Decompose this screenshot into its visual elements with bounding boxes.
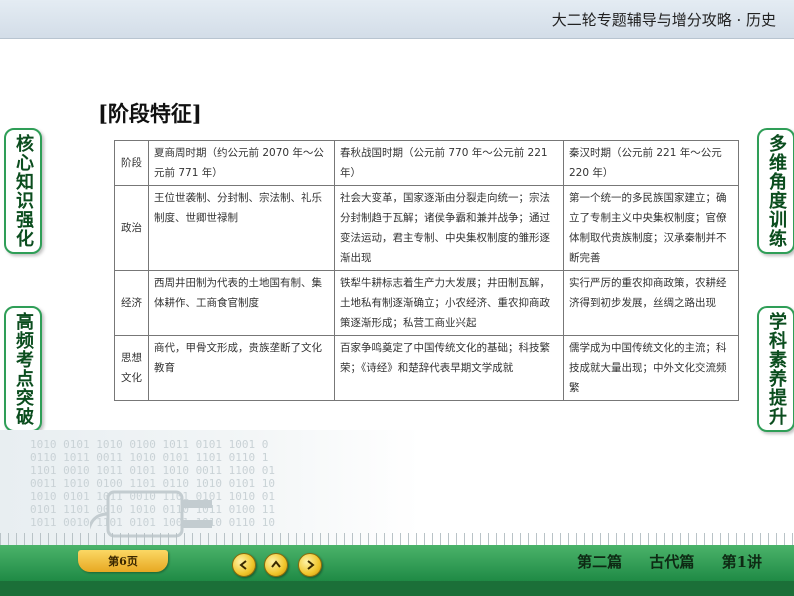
chevron-right-icon [307,560,315,570]
table-cell: 儒学成为中国传统文化的主流；科技成就大量出现；中外文化交流频繁 [563,335,739,401]
side-tab-frequent-points[interactable]: 高频考点突破 [4,306,42,432]
table-cell: 百家争鸣奠定了中国传统文化的基础；科技繁荣；《诗经》和楚辞代表早期文学成就 [334,335,564,401]
breadcrumb-part: 第二篇 [577,553,623,571]
breadcrumb-lecture: 第1讲 [721,553,762,571]
table-row: 思想文化 商代，甲骨文形成，贵族垄断了文化教育 百家争鸣奠定了中国传统文化的基础… [114,335,739,401]
header-bar: 大二轮专题辅导与增分攻略 · 历史 [0,0,794,39]
page-number-badge: 第6页 [78,550,168,572]
side-tab-multi-angle-training[interactable]: 多维角度训练 [757,128,794,254]
table-header-cell: 春秋战国时期（公元前 770 年～公元前 221 年） [334,140,564,186]
chevron-up-icon [271,560,281,568]
footer-bar-shadow [0,581,794,596]
table-row: 经济 西周井田制为代表的土地国有制、集体耕作、工商食官制度 铁犁牛耕标志着生产力… [114,270,739,336]
row-label: 思想文化 [114,335,149,401]
side-tab-label: 多维角度训练 [766,134,787,248]
table-cell: 西周井田制为代表的土地国有制、集体耕作、工商食官制度 [148,270,335,336]
table-cell: 商代，甲骨文形成，贵族垄断了文化教育 [148,335,335,401]
breadcrumb-section: 古代篇 [649,553,695,571]
table-cell: 第一个统一的多民族国家建立；确立了专制主义中央集权制度；官僚体制取代贵族制度；汉… [563,185,739,271]
table-header-cell: 秦汉时期（公元前 221 年～公元 220 年） [563,140,739,186]
row-label: 经济 [114,270,149,336]
header-title: 大二轮专题辅导与增分攻略 · 历史 [551,11,776,29]
chapter-breadcrumb: 第二篇 古代篇 第1讲 [577,551,762,572]
side-tab-subject-literacy[interactable]: 学科素养提升 [757,306,794,432]
side-tab-label: 高频考点突破 [13,312,34,426]
section-heading: [阶段特征] [98,101,202,126]
table-header-row: 阶段 夏商周时期（约公元前 2070 年～公元前 771 年） 春秋战国时期（公… [114,140,739,186]
row-label: 政治 [114,185,149,271]
table-cell: 实行严厉的重农抑商政策，农耕经济得到初步发展，丝绸之路出现 [563,270,739,336]
table-header-cell: 阶段 [114,140,149,186]
stage-characteristics-table: 阶段 夏商周时期（约公元前 2070 年～公元前 771 年） 春秋战国时期（公… [114,140,739,401]
side-tab-label: 核心知识强化 [13,134,34,248]
next-page-button[interactable] [298,553,322,577]
chevron-left-icon [239,560,247,570]
side-tab-label: 学科素养提升 [766,312,787,426]
decorative-background: 1010 0101 1010 0100 1011 0101 1001 0 011… [0,430,420,550]
table-cell: 社会大变革，国家逐渐由分裂走向统一；宗法分封制趋于瓦解；诸侯争霸和兼并战争；通过… [334,185,564,271]
table-row: 政治 王位世袭制、分封制、宗法制、礼乐制度、世卿世禄制 社会大变革，国家逐渐由分… [114,185,739,271]
side-tab-core-knowledge[interactable]: 核心知识强化 [4,128,42,254]
table-cell: 铁犁牛耕标志着生产力大发展；井田制瓦解，土地私有制逐渐确立；小农经济、重农抑商政… [334,270,564,336]
home-button[interactable] [264,553,288,577]
table-header-cell: 夏商周时期（约公元前 2070 年～公元前 771 年） [148,140,335,186]
prev-page-button[interactable] [232,553,256,577]
table-cell: 王位世袭制、分封制、宗法制、礼乐制度、世卿世禄制 [148,185,335,271]
